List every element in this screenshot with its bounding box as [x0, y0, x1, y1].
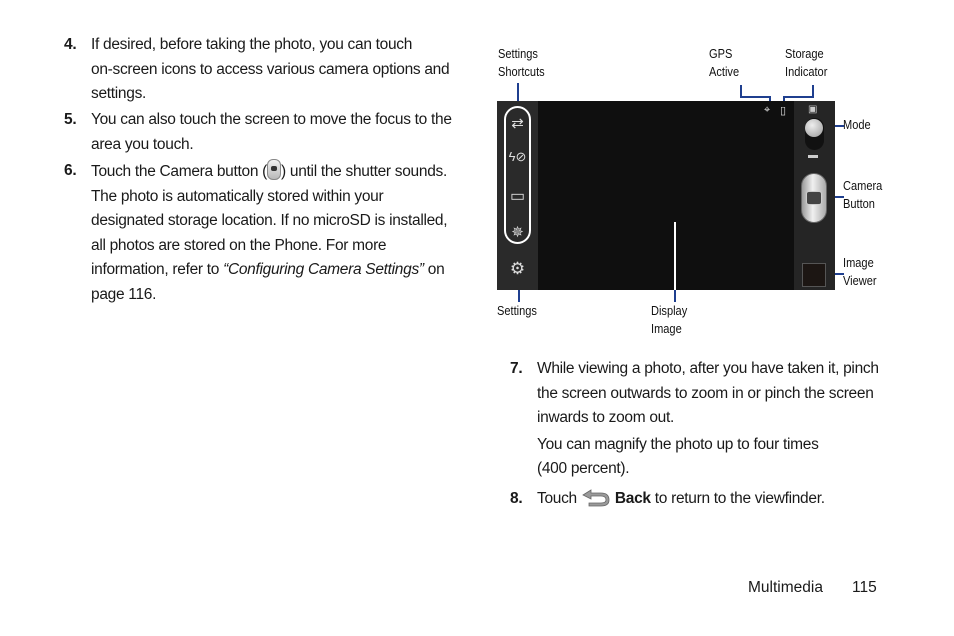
step-number: 7. [510, 360, 523, 377]
mode-switch-knob[interactable] [805, 119, 823, 137]
label-settings-shortcuts: Settings Shortcuts [498, 46, 545, 79]
step-text: the screen outwards to zoom in or pinch … [537, 384, 874, 402]
callout-line [740, 96, 770, 98]
step-text: on-screen icons to access various camera… [91, 60, 450, 78]
callout-line [517, 83, 519, 103]
footer-page-number: 115 [852, 579, 877, 596]
label-display-image: Display Image [651, 303, 688, 336]
step-text: settings. [91, 85, 147, 102]
step-text: While viewing a photo, after you have ta… [537, 360, 879, 377]
label-camera-button: Camera Button [843, 178, 883, 211]
callout-line [674, 290, 676, 302]
callout-line [835, 125, 844, 127]
camera-viewfinder-screen[interactable]: ⇄ ϟ⊘ ▭ ✵ ⚙ ⌖ ▯ ▣ ▬ [497, 101, 835, 290]
step-text: page 116. [91, 285, 157, 303]
step-text: inwards to zoom out. [537, 409, 675, 426]
callout-line [783, 96, 814, 98]
step-number: 4. [64, 36, 77, 53]
step-text: to return to the viewfinder. [650, 490, 825, 507]
gps-active-icon: ⌖ [764, 104, 771, 116]
callout-line [835, 273, 844, 275]
step-note: (400 percent). [537, 460, 630, 477]
step-text: designated storage location. If no micro… [91, 212, 448, 229]
video-mode-icon: ▬ [808, 150, 818, 161]
label-settings: Settings [497, 303, 537, 318]
shooting-mode-icon[interactable]: ▭ [497, 186, 538, 206]
step-number: 6. [64, 162, 77, 179]
step-text: Touch the Camera button ( [91, 163, 268, 180]
step-text: ) until the shutter sounds. [281, 163, 447, 180]
back-key-label: Back [614, 490, 651, 507]
camera-controls-bar: ▣ ▬ [794, 101, 835, 290]
camera-icon [806, 191, 822, 205]
callout-line [518, 290, 520, 302]
storage-indicator-icon: ▯ [780, 105, 787, 117]
step-text: If desired, before taking the photo, you… [91, 36, 413, 53]
step-text: The photo is automatically stored within… [91, 187, 384, 205]
cross-reference-link[interactable]: “Configuring Camera Settings” [223, 261, 424, 278]
camera-mode-icon: ▣ [808, 104, 818, 115]
step-number: 8. [510, 490, 523, 507]
step-text: on [423, 261, 445, 278]
flash-off-icon[interactable]: ϟ⊘ [497, 149, 538, 165]
step-text: Touch [537, 490, 581, 507]
label-storage-indicator: Storage Indicator [785, 46, 828, 79]
footer-section: Multimedia [748, 579, 823, 596]
callout-line [835, 196, 844, 198]
effects-icon[interactable]: ✵ [497, 223, 538, 241]
step-text: You can also touch the screen to move th… [91, 111, 452, 128]
step-text: all photos are stored on the Phone. For … [91, 236, 387, 254]
camera-button-icon [267, 159, 282, 180]
back-arrow-icon [582, 489, 610, 507]
image-viewer-thumbnail[interactable] [802, 263, 826, 287]
display-callout-line [674, 222, 676, 290]
settings-gear-icon[interactable]: ⚙ [497, 259, 538, 279]
label-mode: Mode [843, 117, 871, 132]
self-portrait-switch-icon[interactable]: ⇄ [497, 114, 538, 132]
camera-shutter-button[interactable] [801, 173, 827, 223]
label-gps-active: GPS Active [709, 46, 740, 79]
step-number: 5. [64, 111, 77, 128]
step-text: information, refer to [91, 261, 224, 278]
label-image-viewer: Image Viewer [843, 255, 877, 288]
step-note: You can magnify the photo up to four tim… [537, 435, 819, 453]
step-text: area you touch. [91, 135, 194, 153]
settings-shortcuts-bar: ⇄ ϟ⊘ ▭ ✵ ⚙ [497, 101, 538, 290]
